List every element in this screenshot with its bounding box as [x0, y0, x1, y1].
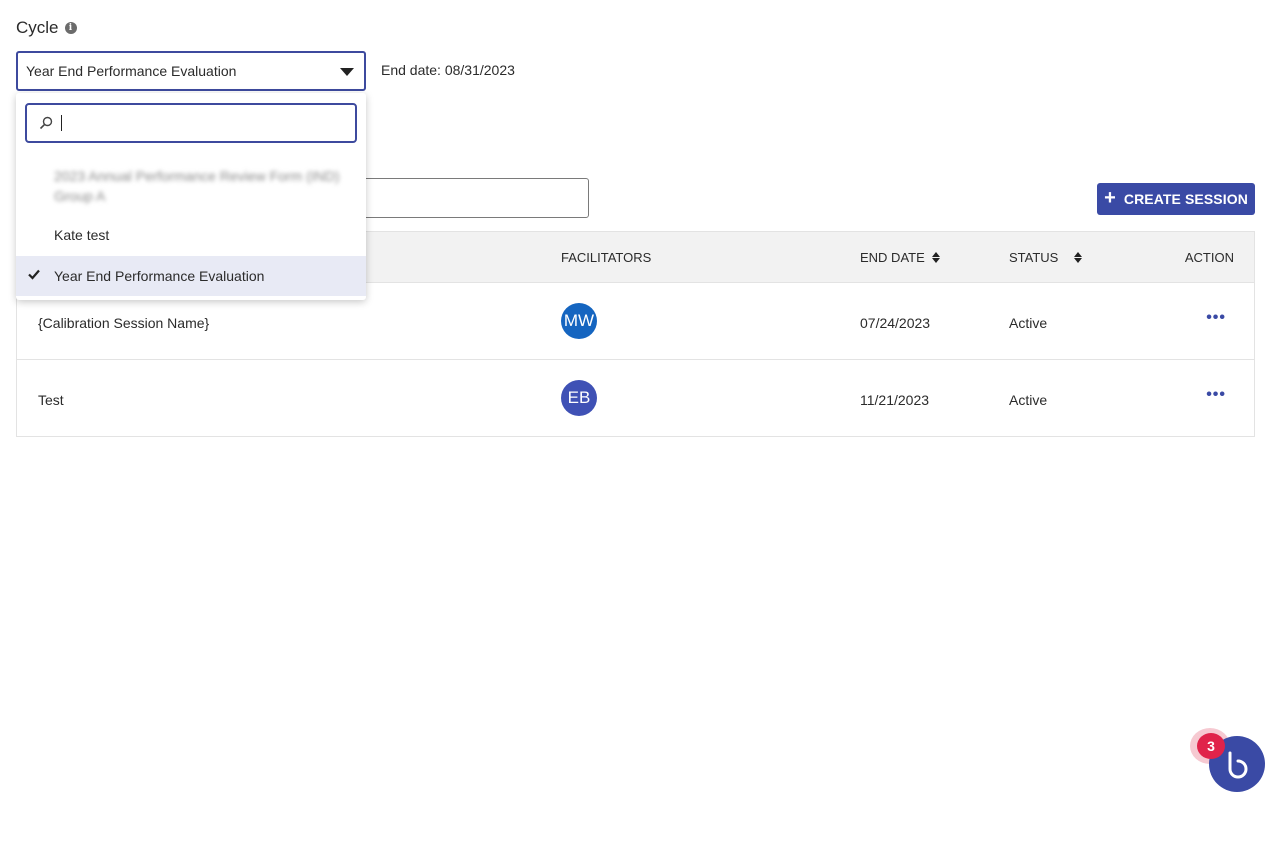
session-search-input[interactable]: [340, 178, 589, 218]
plus-icon: +: [1104, 187, 1116, 209]
session-end-date: 11/21/2023: [860, 392, 930, 408]
dropdown-option-selected[interactable]: Year End Performance Evaluation: [16, 256, 366, 296]
create-session-label: CREATE SESSION: [1123, 191, 1248, 207]
check-icon: [28, 269, 40, 280]
column-header-end-date[interactable]: END DATE: [860, 250, 940, 265]
cycle-label-text: Cycle: [16, 18, 59, 37]
caret-down-icon: [340, 68, 354, 76]
create-session-button[interactable]: + CREATE SESSION: [1097, 183, 1255, 215]
dropdown-option-label: Kate test: [54, 227, 110, 243]
notification-badge: 3: [1197, 733, 1225, 759]
session-status: Active: [1009, 392, 1048, 408]
column-header-status-label: STATUS: [1009, 250, 1059, 265]
more-actions-icon[interactable]: •••: [1206, 310, 1226, 326]
session-name[interactable]: {Calibration Session Name}: [38, 315, 209, 331]
dropdown-option-label: 2023 Annual Performance Review Form (IND…: [54, 168, 340, 204]
cycle-select[interactable]: Year End Performance Evaluation: [16, 51, 366, 91]
column-header-action: ACTION: [1185, 250, 1234, 265]
table-row: Test EB 11/21/2023 Active •••: [17, 359, 1254, 436]
sort-icon[interactable]: [931, 252, 940, 263]
search-icon: [39, 116, 53, 130]
avatar: MW: [561, 303, 597, 339]
column-header-end-date-label: END DATE: [860, 250, 925, 265]
text-cursor: [61, 115, 62, 131]
cycle-label: Cycle i: [16, 18, 77, 38]
column-header-facilitators: FACILITATORS: [561, 250, 651, 265]
column-header-facilitators-label: FACILITATORS: [561, 250, 652, 265]
session-status: Active: [1009, 315, 1048, 331]
info-icon[interactable]: i: [64, 22, 77, 34]
sort-icon[interactable]: [1074, 252, 1083, 263]
dropdown-option-label: Year End Performance Evaluation: [54, 268, 265, 284]
column-header-status[interactable]: STATUS: [1009, 250, 1083, 265]
chat-logo-icon: [1228, 751, 1248, 779]
cycle-dropdown-menu: 2023 Annual Performance Review Form (IND…: [16, 93, 366, 300]
dropdown-option[interactable]: Kate test: [16, 215, 366, 255]
avatar: EB: [561, 380, 597, 416]
dropdown-search-input[interactable]: [25, 103, 357, 143]
session-end-date: 07/24/2023: [860, 315, 931, 331]
cycle-end-date: End date: 08/31/2023: [381, 62, 515, 78]
session-name[interactable]: Test: [38, 392, 64, 408]
column-header-action-label: ACTION: [1184, 250, 1234, 265]
dropdown-option[interactable]: 2023 Annual Performance Review Form (IND…: [16, 165, 366, 207]
more-actions-icon[interactable]: •••: [1206, 387, 1226, 403]
cycle-select-value: Year End Performance Evaluation: [26, 63, 237, 79]
